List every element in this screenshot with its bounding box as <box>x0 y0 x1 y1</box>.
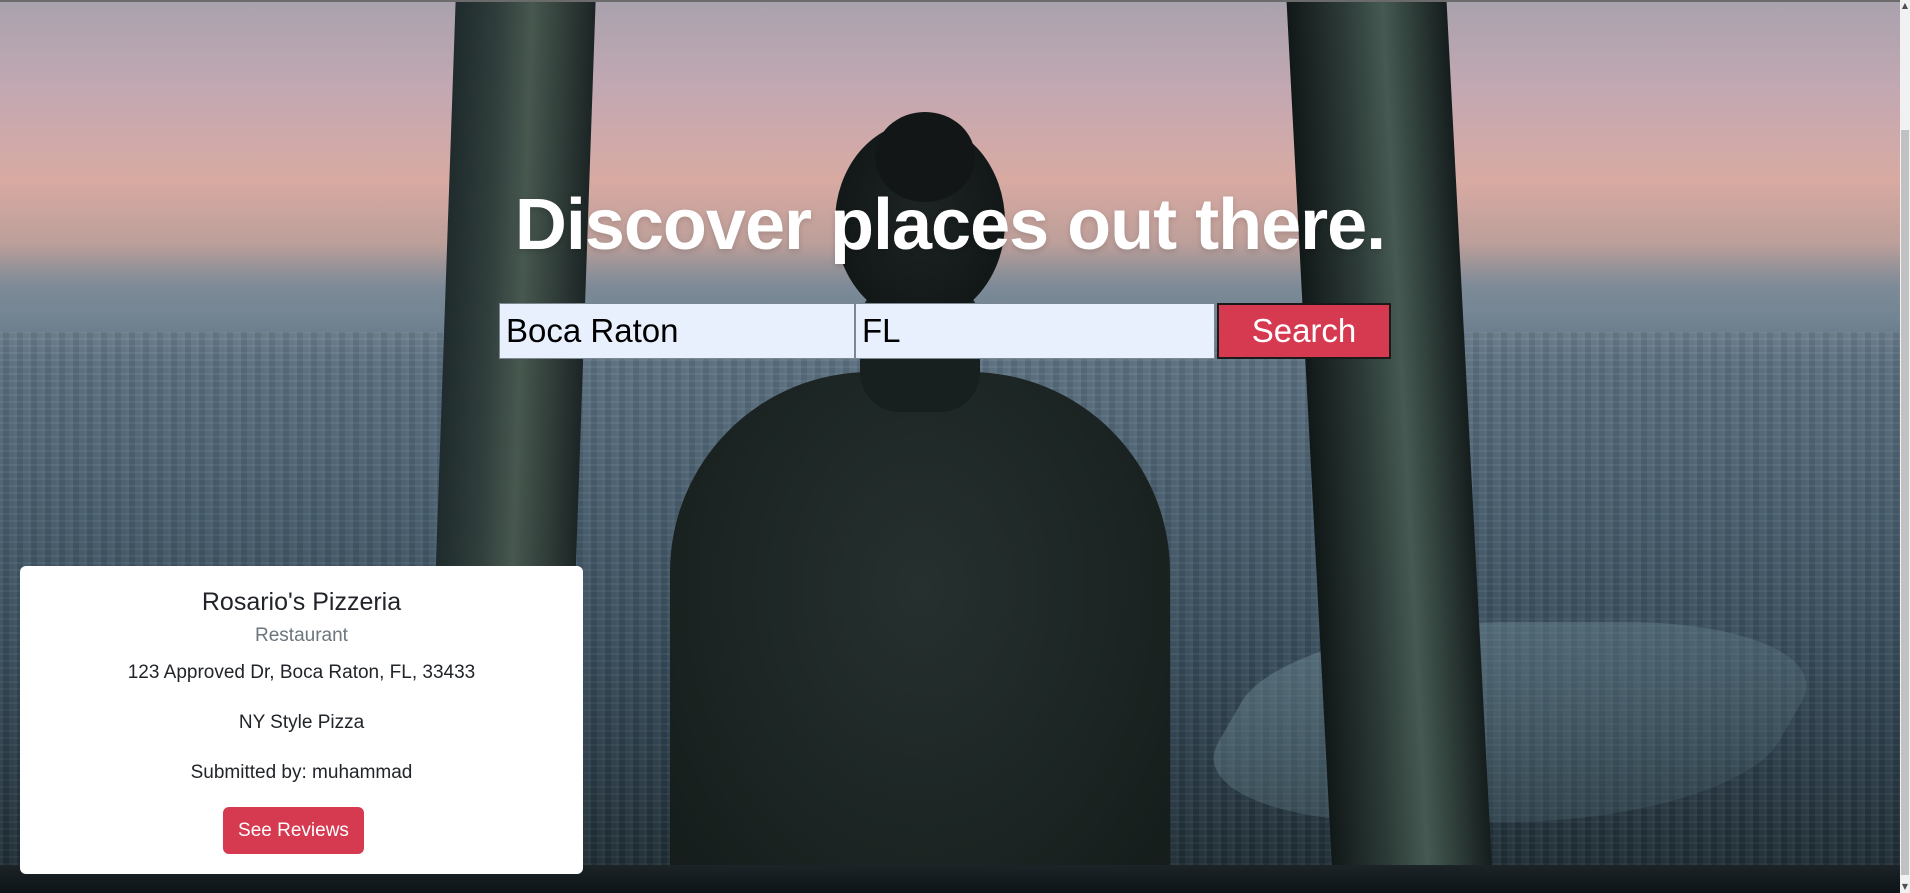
see-reviews-button[interactable]: See Reviews <box>223 807 364 854</box>
person-silhouette <box>670 372 1170 893</box>
place-description: NY Style Pizza <box>238 712 365 733</box>
search-bar: Search <box>499 303 1391 359</box>
submitted-by: Submitted by: muhammad <box>190 762 413 783</box>
page-scrollbar[interactable]: ▲ ▼ <box>1900 0 1910 893</box>
scroll-down-arrow-icon[interactable]: ▼ <box>1900 881 1910 893</box>
place-name: Rosario's Pizzeria <box>201 588 402 616</box>
hero-title: Discover places out there. <box>514 185 1386 265</box>
place-address: 123 Approved Dr, Boca Raton, FL, 33433 <box>127 662 476 683</box>
city-input[interactable] <box>499 303 855 359</box>
place-category: Restaurant <box>255 625 348 646</box>
scroll-up-arrow-icon[interactable]: ▲ <box>1900 0 1910 12</box>
search-button[interactable]: Search <box>1217 303 1391 359</box>
result-card: Rosario's Pizzeria Restaurant 123 Approv… <box>20 566 583 874</box>
scrollbar-thumb[interactable] <box>1901 130 1909 875</box>
page-viewport: Discover places out there. Search Rosari… <box>0 0 1900 893</box>
state-input[interactable] <box>855 303 1215 359</box>
